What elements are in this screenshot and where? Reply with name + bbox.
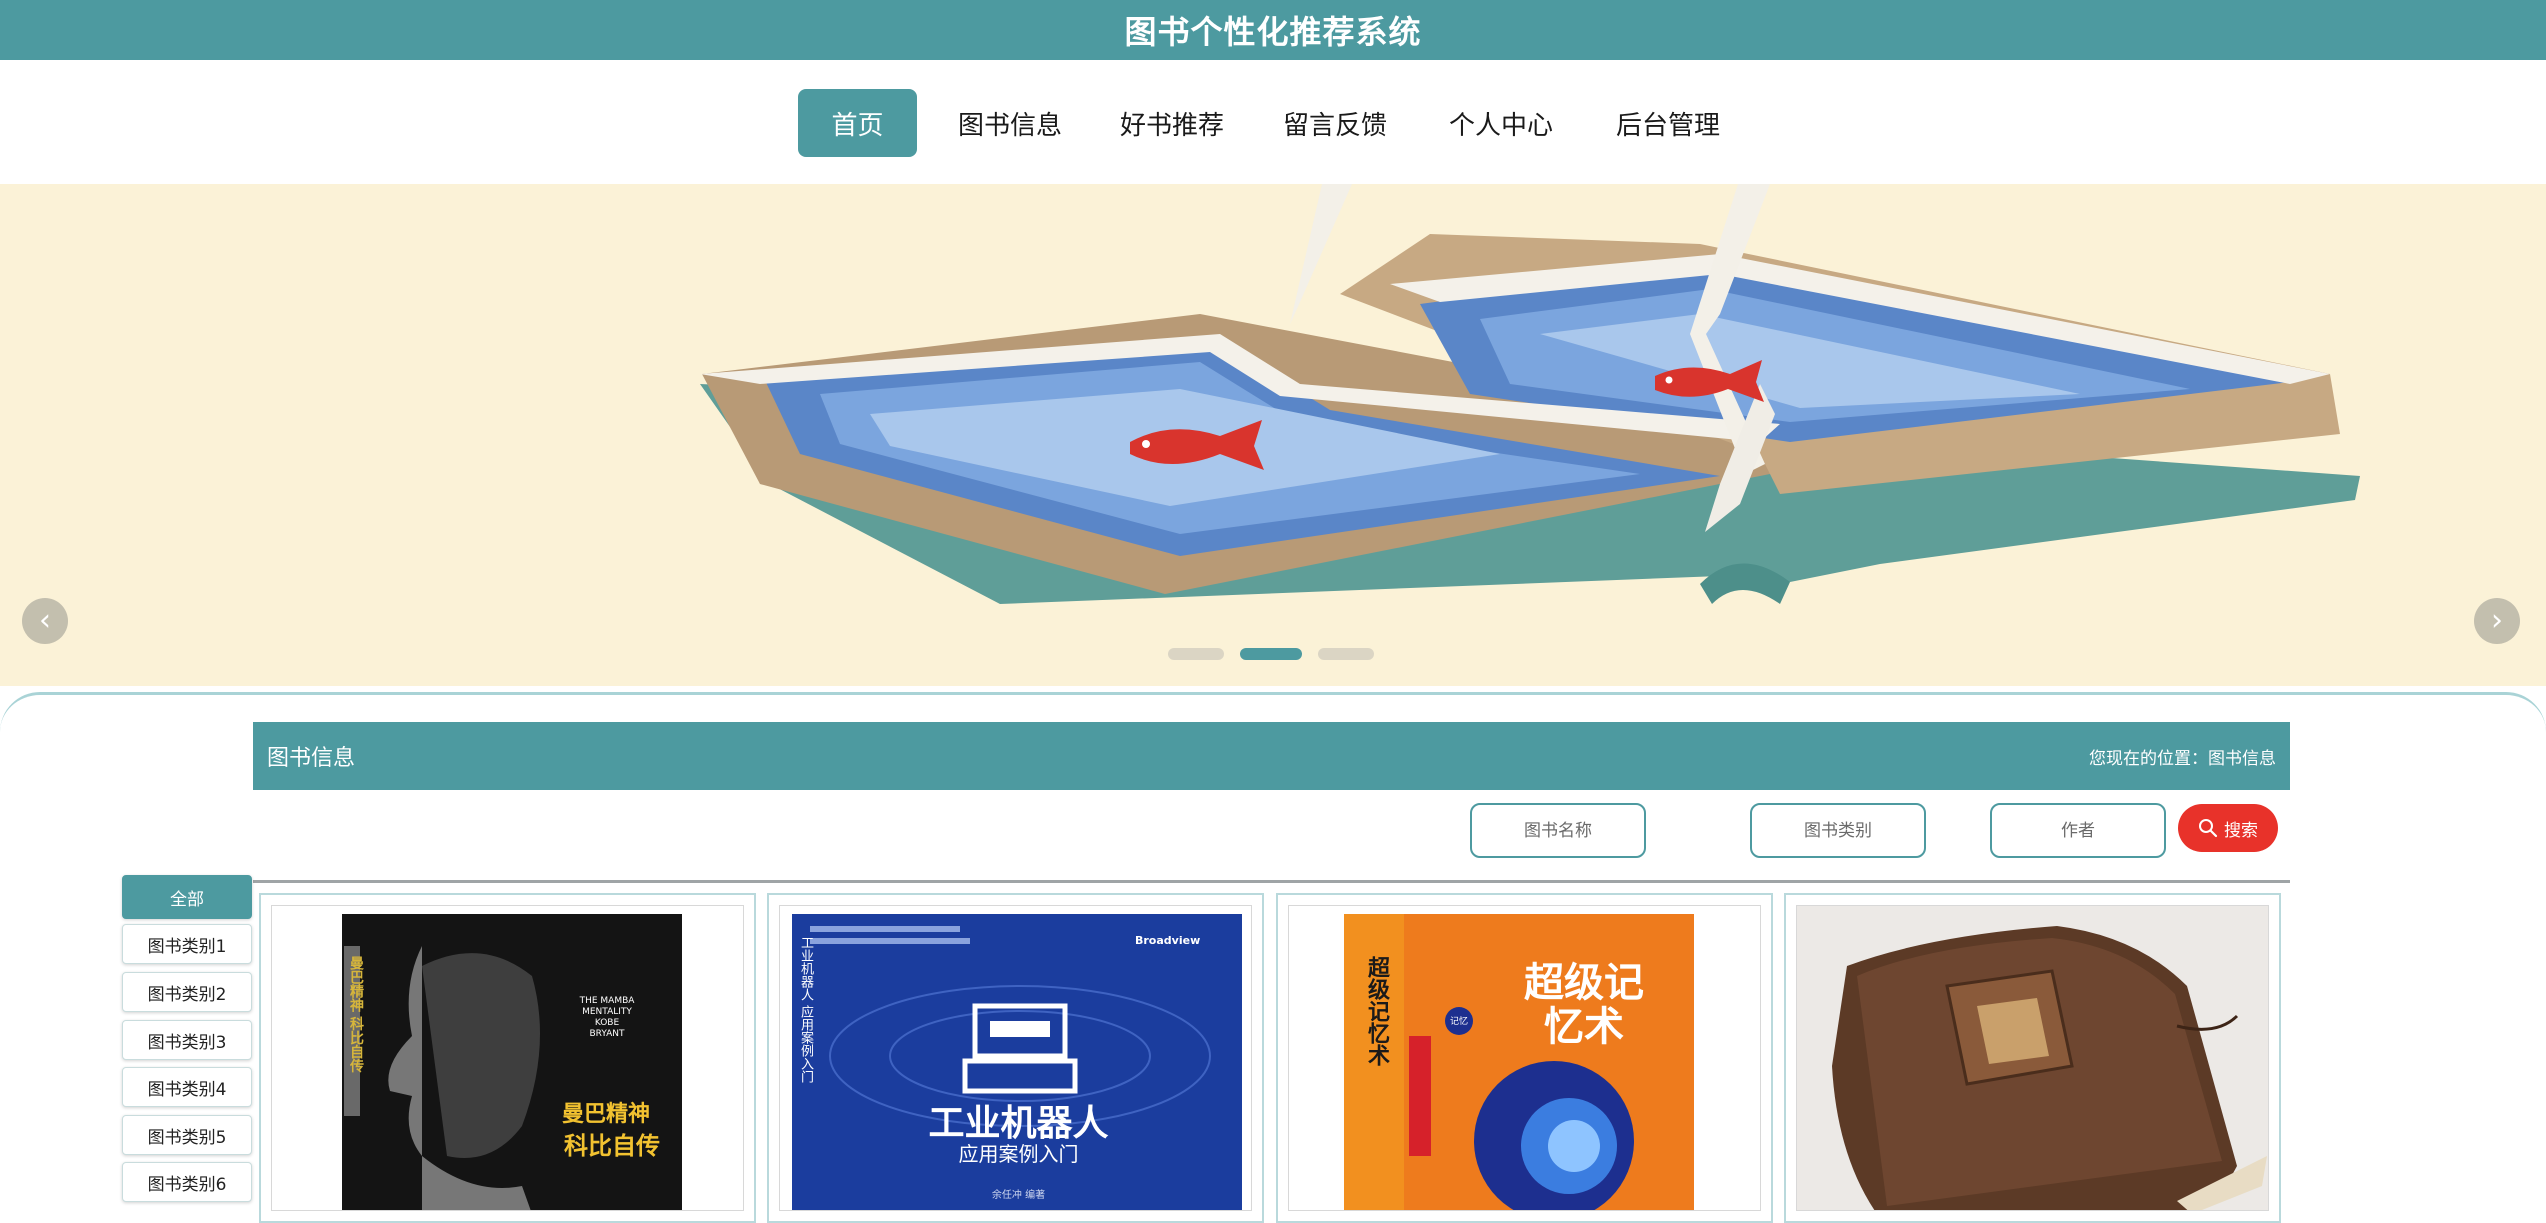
site-title: 图书个性化推荐系统 [1124,13,1422,51]
book-cover-side-title: 曼巴精神 科比自传 [348,956,364,1073]
book-category-input[interactable] [1750,803,1926,858]
book-name-input[interactable] [1470,803,1646,858]
book-cover-image [1797,906,2268,1210]
breadcrumb: 您现在的位置：图书信息 [2089,748,2276,769]
book-cover-side-title: 工业机器人 应用案例入门 [798,936,813,1084]
category-item[interactable]: 图书类别6 [122,1162,252,1202]
book-cover-image [272,906,743,1210]
chevron-left-icon: ‹ [39,603,51,638]
category-all[interactable]: 全部 [122,875,252,919]
category-item[interactable]: 图书类别2 [122,972,252,1012]
banner-book-illustration [700,184,2360,604]
carousel-dot-1[interactable] [1168,648,1224,660]
carousel-next-button[interactable]: › [2474,598,2520,644]
header-bar: 图书个性化推荐系统 [0,0,2546,60]
book-cover-badge: 记忆 [1450,1017,1469,1027]
nav-item-feedback[interactable]: 留言反馈 [1275,89,1395,157]
category-item[interactable]: 图书类别5 [122,1115,252,1155]
book-cover-frame: 曼巴精神 科比自传 THE MAMBA MENTALITY KOBE BRYAN… [271,905,744,1211]
book-cover-brand: Broadview [1135,934,1201,947]
chevron-right-icon: › [2491,603,2503,638]
book-card[interactable]: Broadview 工业机器人 应用案例入门 工业机器人 应用案例入门 余任冲 … [767,893,1264,1223]
search-button[interactable]: 搜索 [2178,804,2278,852]
category-item[interactable]: 图书类别4 [122,1067,252,1107]
nav-item-book-info[interactable]: 图书信息 [950,89,1070,157]
book-cover-gold-title: 曼巴精神 [562,1102,651,1127]
book-cover-author: 余任冲 编著 [991,1190,1046,1201]
search-icon [2199,819,2218,838]
book-cover-frame: Broadview 工业机器人 应用案例入门 工业机器人 应用案例入门 余任冲 … [779,905,1252,1211]
book-cover-main-title: 超级记忆术 [1524,960,1644,1050]
category-item[interactable]: 图书类别3 [122,1020,252,1060]
search-button-label: 搜索 [2224,820,2258,841]
carousel-dot-2[interactable] [1240,648,1302,660]
book-cover-subtitle: 应用案例入门 [958,1142,1079,1166]
nav-item-recommend[interactable]: 好书推荐 [1112,89,1232,157]
author-input[interactable] [1990,803,2166,858]
book-cover-side-title: 超级记忆术 [1364,956,1389,1066]
book-card[interactable]: 超级记忆术 记忆 超级记忆术 [1276,893,1773,1223]
category-item[interactable]: 图书类别1 [122,924,252,964]
book-card[interactable] [1784,893,2281,1223]
book-cover-frame: 超级记忆术 记忆 超级记忆术 [1288,905,1761,1211]
divider [253,880,2290,883]
book-cover-image [1289,906,1760,1210]
carousel-dot-3[interactable] [1318,648,1374,660]
banner-carousel[interactable]: ‹ › [0,184,2546,686]
book-cover-main-title: 科比自传 [564,1132,660,1160]
book-cover-frame [1796,905,2269,1211]
book-card[interactable]: 曼巴精神 科比自传 THE MAMBA MENTALITY KOBE BRYAN… [259,893,756,1223]
carousel-prev-button[interactable]: ‹ [22,598,68,644]
main-nav: 首页 图书信息 好书推荐 留言反馈 个人中心 后台管理 [0,60,2546,184]
nav-item-profile[interactable]: 个人中心 [1441,89,1561,157]
nav-item-home[interactable]: 首页 [798,89,917,157]
section-header: 图书信息 您现在的位置：图书信息 [253,722,2290,790]
book-cover-mini-caption: THE MAMBA MENTALITY KOBE BRYANT [579,996,635,1039]
section-title: 图书信息 [267,746,356,771]
nav-item-admin[interactable]: 后台管理 [1608,89,1728,157]
